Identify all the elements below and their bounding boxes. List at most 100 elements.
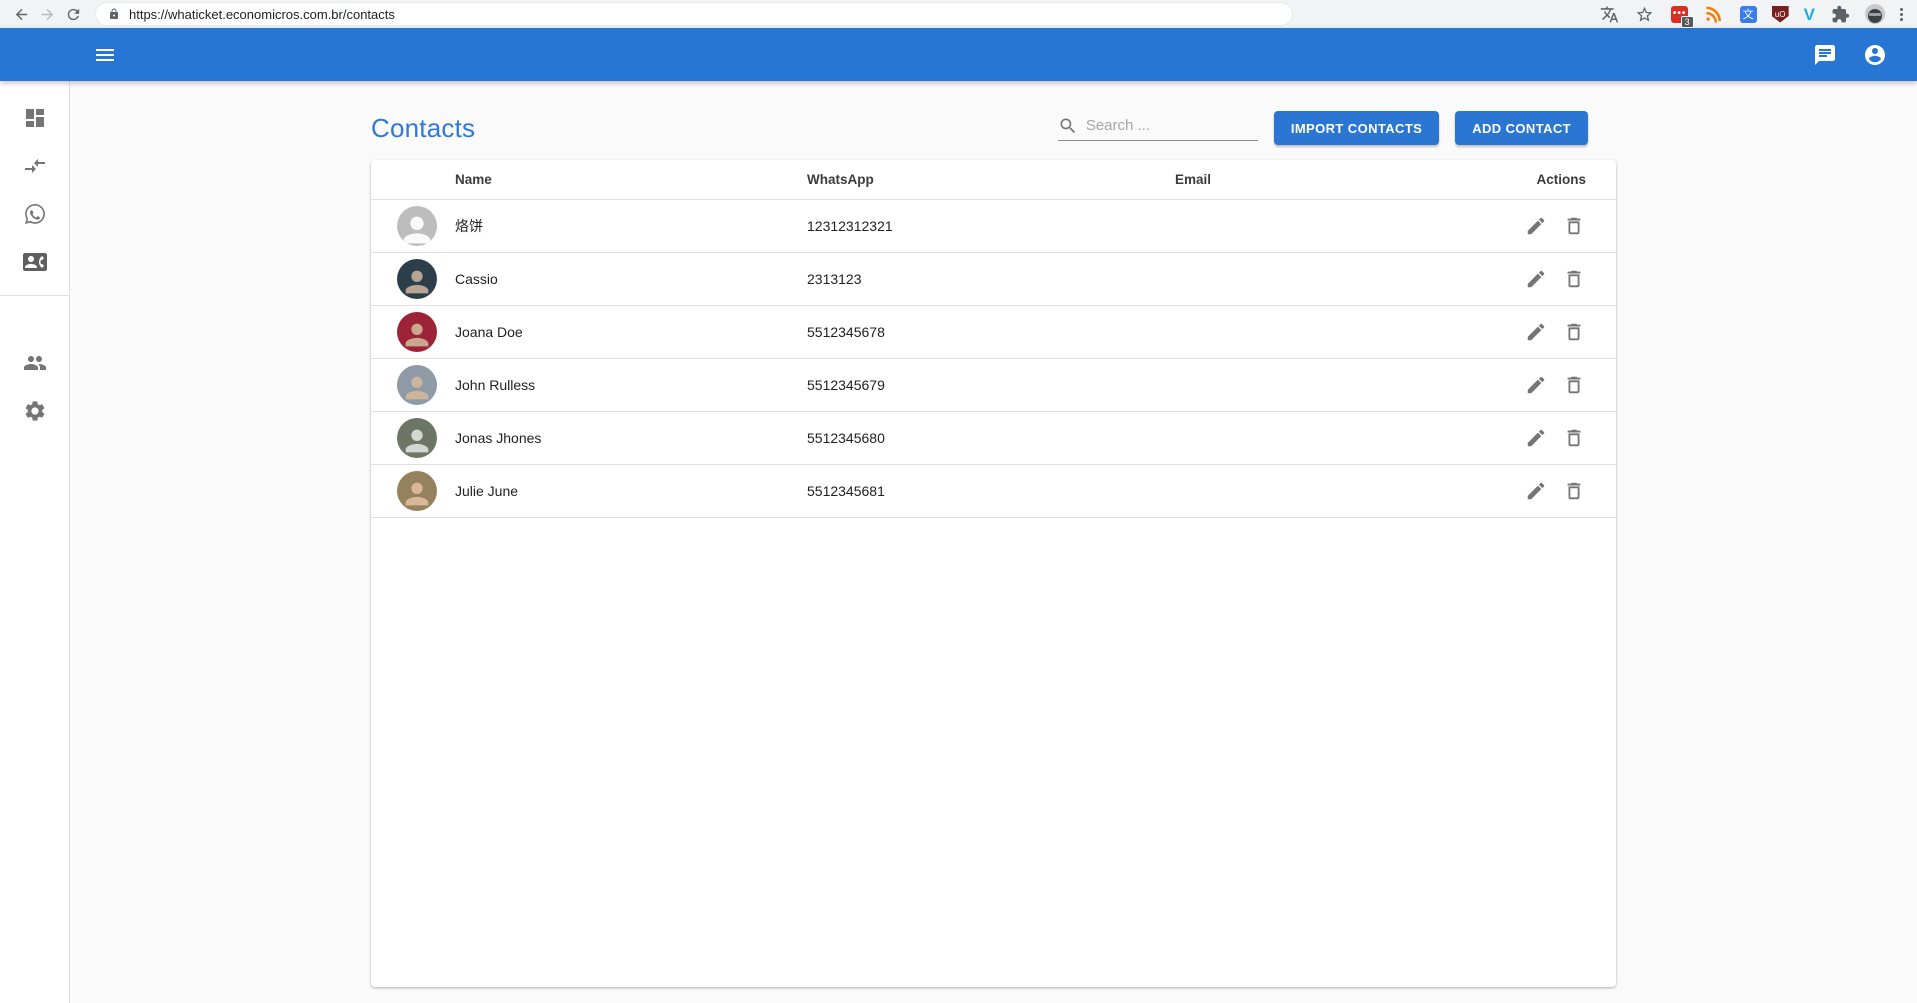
avatar [397, 312, 437, 352]
url-text: https://whaticket.economicros.com.br/con… [129, 7, 395, 22]
contact-name: Joana Doe [455, 324, 807, 340]
edit-pencil-icon [1525, 215, 1547, 237]
table-row: 烙饼 12312312321 [371, 200, 1616, 253]
person-icon [400, 265, 434, 299]
contact-whatsapp: 5512345678 [807, 324, 1175, 340]
contact-name: Cassio [455, 271, 807, 287]
page-header: Contacts IMPORT CONTACTS ADD CONTACT [371, 105, 1616, 151]
edit-pencil-icon [1525, 427, 1547, 449]
table-row: John Rulless 5512345679 [371, 359, 1616, 412]
vimeo-icon[interactable]: V [1804, 6, 1815, 23]
edit-contact-button[interactable] [1524, 479, 1548, 503]
rss-extension-button[interactable] [1705, 4, 1725, 24]
header-email: Email [1175, 172, 1485, 187]
drawer-menu-button[interactable] [81, 31, 129, 79]
table-row: Cassio 2313123 [371, 253, 1616, 306]
contact-name: Julie June [455, 483, 807, 499]
back-icon [13, 6, 30, 23]
edit-pencil-icon [1525, 321, 1547, 343]
sidebar-item-connections[interactable] [0, 142, 69, 190]
contact-whatsapp: 5512345679 [807, 377, 1175, 393]
search-input[interactable] [1086, 117, 1246, 134]
sidebar-item-dashboard[interactable] [0, 94, 69, 142]
extension-red-button[interactable]: ••• 3 [1670, 4, 1690, 24]
dashboard-icon [23, 106, 47, 130]
extensions-puzzle-icon [1831, 5, 1850, 24]
browser-profile-avatar[interactable] [1865, 4, 1885, 24]
search-icon [1058, 116, 1078, 136]
translate-page-icon [1600, 5, 1619, 24]
whatsapp-icon [23, 202, 47, 226]
delete-contact-button[interactable] [1562, 373, 1586, 397]
search-box [1058, 116, 1258, 141]
sidebar-item-settings[interactable] [0, 387, 69, 435]
extension-badge: 3 [1681, 16, 1694, 28]
table-body: 烙饼 12312312321 Cassio 2313123 [371, 200, 1616, 518]
person-icon [400, 318, 434, 352]
edit-pencil-icon [1525, 374, 1547, 396]
delete-contact-button[interactable] [1562, 479, 1586, 503]
extensions-button[interactable] [1830, 4, 1850, 24]
edit-contact-button[interactable] [1524, 373, 1548, 397]
rss-icon [1705, 5, 1724, 24]
edit-pencil-icon [1525, 480, 1547, 502]
delete-contact-button[interactable] [1562, 426, 1586, 450]
sidebar-item-users[interactable] [0, 339, 69, 387]
translate-page-button[interactable] [1600, 4, 1620, 24]
sidebar-item-contacts[interactable] [0, 238, 69, 286]
chat-icon [1813, 43, 1837, 67]
person-icon [400, 424, 434, 458]
header-whatsapp: WhatsApp [807, 172, 1175, 187]
toolbar-extensions: ••• 3 文 uO V [1600, 4, 1917, 24]
app-bar [0, 28, 1917, 81]
page-title: Contacts [371, 113, 475, 144]
back-button[interactable] [8, 1, 34, 27]
avatar [397, 471, 437, 511]
user-menu-button[interactable] [1863, 43, 1887, 67]
person-icon [397, 210, 437, 246]
avatar [397, 206, 437, 246]
table-row: Joana Doe 5512345678 [371, 306, 1616, 359]
delete-contact-button[interactable] [1562, 320, 1586, 344]
browser-toolbar: https://whaticket.economicros.com.br/con… [0, 0, 1917, 28]
table-row: Jonas Jhones 5512345680 [371, 412, 1616, 465]
contacts-card: Name WhatsApp Email Actions 烙饼 123123123… [371, 160, 1616, 987]
messages-button[interactable] [1813, 43, 1837, 67]
delete-trash-icon [1563, 427, 1585, 449]
contact-whatsapp: 2313123 [807, 271, 1175, 287]
add-contact-button[interactable]: ADD CONTACT [1455, 111, 1588, 145]
import-contacts-button[interactable]: IMPORT CONTACTS [1274, 111, 1439, 145]
reload-icon [65, 6, 82, 23]
header-actions: Actions [1485, 172, 1616, 187]
delete-trash-icon [1563, 374, 1585, 396]
person-icon [400, 371, 434, 405]
edit-contact-button[interactable] [1524, 267, 1548, 291]
contact-whatsapp: 5512345681 [807, 483, 1175, 499]
delete-trash-icon [1563, 321, 1585, 343]
forward-button[interactable] [34, 1, 60, 27]
header-name: Name [455, 172, 807, 187]
ublock-origin-icon[interactable]: uO [1772, 6, 1789, 23]
edit-contact-button[interactable] [1524, 320, 1548, 344]
bookmark-button[interactable] [1635, 4, 1655, 24]
sidebar [0, 81, 70, 1003]
sidebar-item-tickets[interactable] [0, 190, 69, 238]
forward-icon [39, 6, 56, 23]
edit-contact-button[interactable] [1524, 214, 1548, 238]
avatar [397, 418, 437, 458]
reload-button[interactable] [60, 1, 86, 27]
delete-contact-button[interactable] [1562, 267, 1586, 291]
edit-pencil-icon [1525, 268, 1547, 290]
account-circle-icon [1863, 43, 1887, 67]
google-translate-ext-icon[interactable]: 文 [1740, 6, 1757, 23]
delete-contact-button[interactable] [1562, 214, 1586, 238]
connections-arrows-icon [23, 154, 47, 178]
lock-icon [108, 8, 120, 20]
table-header: Name WhatsApp Email Actions [371, 160, 1616, 200]
edit-contact-button[interactable] [1524, 426, 1548, 450]
browser-menu-button[interactable] [1900, 8, 1903, 21]
contacts-icon [23, 250, 47, 274]
settings-gear-icon [23, 399, 47, 423]
address-bar[interactable]: https://whaticket.economicros.com.br/con… [96, 3, 1292, 25]
delete-trash-icon [1563, 480, 1585, 502]
